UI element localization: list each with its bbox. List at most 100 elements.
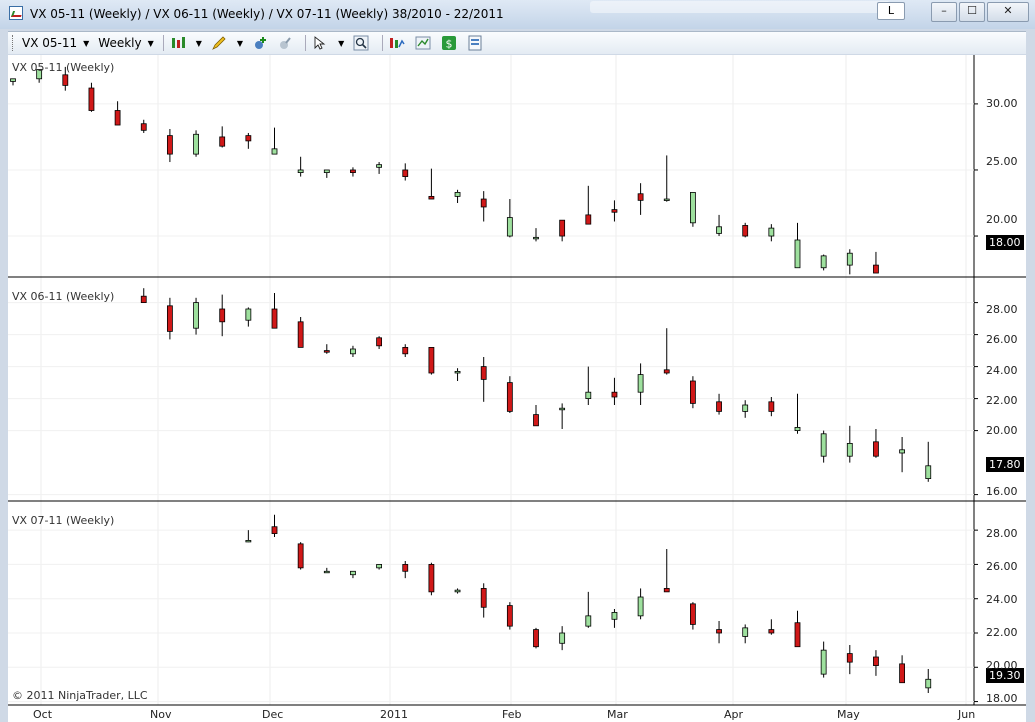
instrument-selector[interactable]: VX 05-11 ▼ [22,36,89,50]
cursor-arrow-icon [312,35,328,51]
candle-body [323,350,330,353]
instrument-label: VX 05-11 [22,36,78,50]
add-indicator-button[interactable] [252,35,272,51]
y-tick-label: 22.00 [986,626,1018,639]
candle-body [742,404,749,412]
window-titlebar: VX 05-11 (Weekly) / VX 06-11 (Weekly) / … [0,0,1035,29]
candle-body [114,110,121,126]
strategies-button[interactable] [415,35,435,51]
candle-body [768,629,775,634]
candle-body [297,321,304,348]
chart-area[interactable]: VX 05-11 (Weekly) VX 06-11 (Weekly) VX 0… [8,55,1026,722]
panel-1-title: VX 05-11 (Weekly) [12,61,115,74]
candle-body [637,193,644,201]
chevron-down-icon: ▼ [83,38,90,48]
close-button[interactable]: ✕ [987,2,1029,22]
candle-body [480,198,487,208]
candle-body [663,588,670,593]
candle-body [899,449,905,454]
x-tick-label: Apr [724,708,744,721]
candle-body [742,225,749,237]
window-controls: L – ☐ ✕ [877,0,1035,22]
y-tick-label: 22.00 [986,394,1018,407]
candle-body [533,414,539,427]
candle-body [559,219,566,237]
chart-app-icon [9,6,23,20]
candle-body [219,136,226,147]
bar-style-icon [170,35,186,51]
candle-body [193,302,199,329]
candle-body [794,239,801,269]
minimize-button[interactable]: – [931,2,957,22]
candle-body [271,308,278,329]
x-tick-label: May [837,708,860,721]
candle-body [506,217,513,237]
drawing-tools-button[interactable]: ▼ [211,35,243,51]
interval-selector[interactable]: Weekly ▼ [98,36,153,50]
pin-icon [276,35,292,51]
y-tick-label: 30.00 [986,97,1018,110]
chart-canvas[interactable] [8,55,1026,722]
link-button[interactable]: L [877,2,905,20]
x-tick-label: 2011 [380,708,408,721]
y-tick-label: 28.00 [986,527,1018,540]
strategy-chart-icon [415,35,431,51]
remove-tool-button[interactable] [276,35,296,51]
candle-body [768,401,775,412]
x-tick-label: Oct [33,708,53,721]
candle-body [690,192,696,224]
y-tick-label: 26.00 [986,560,1018,573]
candle-body [742,627,749,637]
candle-body [716,226,722,234]
y-tick-label: 25.00 [986,155,1018,168]
chart-toolbar: VX 05-11 ▼ Weekly ▼ ▼ ▼ ▼ $ [8,31,1026,54]
cursor-mode-button[interactable]: ▼ [312,35,344,51]
zoom-button[interactable] [353,35,373,51]
bar-style-button[interactable]: ▼ [170,35,202,51]
candle-body [454,589,461,593]
candle-body [323,169,330,174]
candle-body [611,391,618,398]
background-window-ghost [590,1,890,13]
maximize-button[interactable]: ☐ [959,2,985,22]
properties-icon [467,35,483,51]
magnet-plus-icon [252,35,268,51]
candle-body [611,612,618,620]
candle-body [925,465,932,479]
candle-body [402,564,409,572]
candle-body [585,391,592,400]
candle-body [533,629,539,648]
candle-body [454,192,461,197]
candle-body [899,663,905,684]
candle-body [663,369,670,374]
candle-body [350,169,356,174]
copyright-notice: © 2011 NinjaTrader, LLC [12,689,148,702]
candle-body [820,433,827,457]
y-tick-label: 24.00 [986,593,1018,606]
candle-body [480,588,487,608]
indicators-button[interactable] [389,35,409,51]
svg-text:$: $ [446,38,453,51]
toolbar-separator [305,35,307,51]
candle-body [533,236,539,240]
candle-body [480,366,487,380]
candle-body [219,308,226,323]
candle-body [794,426,801,431]
orders-button[interactable]: $ [441,35,461,51]
candle-body [820,649,827,675]
candle-body [794,622,801,648]
chevron-down-icon: ▼ [195,38,202,48]
magnifier-icon [353,35,369,51]
properties-button[interactable] [467,35,487,51]
toolbar-grip[interactable] [12,35,16,51]
interval-label: Weekly [98,36,142,50]
candle-body [193,133,199,155]
y-tick-label: 20.00 [986,659,1018,672]
candle-body [428,195,435,200]
candle-body [820,255,827,269]
candle-body [454,370,461,374]
pencil-icon [211,35,227,51]
candle-body [166,305,173,332]
candle-body [716,401,722,412]
candle-body [271,526,278,534]
